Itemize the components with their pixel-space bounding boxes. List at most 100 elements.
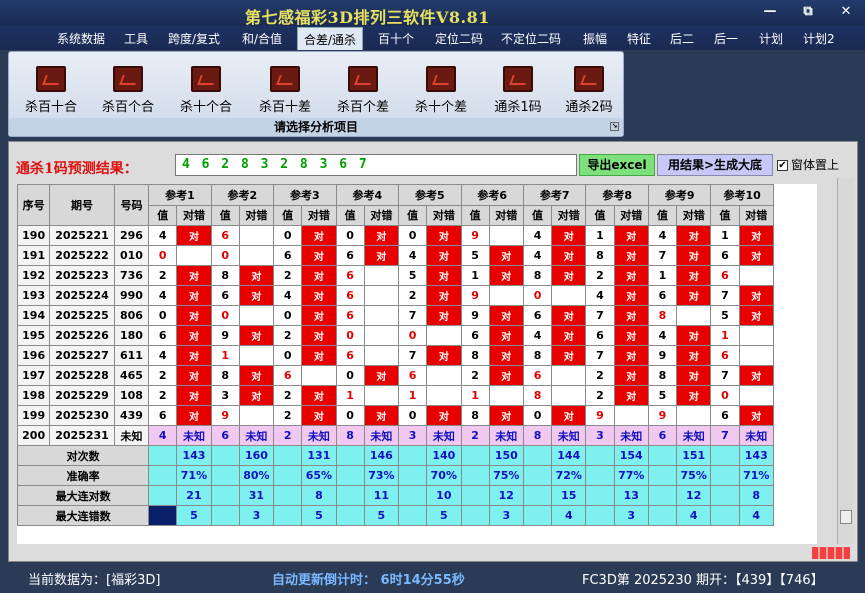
table-row[interactable]: 191 2025222 010 0 0 6 对 6 对 4 对 5 对 4 对 8 对 7 对 6 对 — [17, 245, 774, 266]
ribbon-caption-text: 请选择分析项目 — [273, 120, 358, 134]
ribbon-button-5[interactable]: 杀十个差 — [406, 66, 476, 115]
ref-result — [238, 345, 275, 366]
table-row[interactable]: 193 2025224 990 4 对 6 对 4 对 6 2 对 9 0 4 对 6 对 7 对 — [17, 285, 774, 306]
ribbon-button-1[interactable]: 杀百个合 — [93, 66, 163, 115]
ribbon-button-label: 杀百个合 — [101, 100, 154, 115]
ref-result: 对 — [738, 285, 774, 306]
table-row[interactable]: 197 2025228 465 2 对 8 对 6 0 对 6 2 对 6 2 对 8 对 7 对 — [17, 365, 774, 386]
row-number: 未知 — [113, 425, 150, 446]
ref-value: 1 — [585, 225, 615, 246]
table-row-pending[interactable]: 200 2025231 未知 4 未知 6 未知 2 未知 8 未知 3 未知 2 未知 8 未知 3 未知 6 未知 7… — [17, 425, 774, 446]
menu-item-1[interactable]: 工具 — [124, 30, 148, 47]
prediction-value[interactable]: 4 6 2 8 3 2 8 3 6 7 — [175, 154, 577, 176]
chart-icon — [270, 66, 300, 92]
table-row[interactable]: 198 2025229 108 2 对 3 对 2 对 1 1 1 8 2 对 5 对 0 — [17, 385, 774, 406]
stat-spacer — [585, 445, 615, 466]
menu-item-0[interactable]: 系统数据 — [57, 30, 105, 47]
ref-value: 1 — [460, 385, 490, 406]
ref-result-pending: 未知 — [676, 425, 712, 446]
ref-result: 对 — [238, 385, 275, 406]
row-period: 2025224 — [49, 285, 115, 306]
ref-result: 对 — [488, 325, 524, 346]
menu-item-11[interactable]: 后一 — [714, 30, 738, 47]
export-excel-button[interactable]: 导出excel — [579, 154, 655, 176]
menu-item-5[interactable]: 百十个 — [378, 30, 414, 47]
ref-result — [738, 325, 774, 346]
ref-value: 0 — [398, 325, 428, 346]
ref-result: 对 — [238, 325, 275, 346]
ref-result: 对 — [613, 345, 649, 366]
stat-spacer — [398, 465, 428, 486]
stat-spacer — [710, 485, 740, 506]
ref-result: 对 — [176, 325, 212, 346]
table-row[interactable]: 195 2025226 180 6 对 9 对 2 对 0 0 6 对 4 对 6 对 4 对 1 — [17, 325, 774, 346]
ribbon-button-3[interactable]: 杀百十差 — [250, 66, 320, 115]
ref-value: 8 — [647, 305, 678, 326]
menu-item-9[interactable]: 特征 — [627, 30, 651, 47]
header-ref-7: 参考7 — [522, 184, 587, 206]
ribbon-button-2[interactable]: 杀十个合 — [171, 66, 241, 115]
stat-value: 21 — [176, 485, 212, 506]
restore-icon[interactable]: ⧉ — [796, 4, 820, 19]
ref-value: 9 — [585, 405, 615, 426]
row-period: 2025223 — [49, 265, 115, 286]
menu-item-7[interactable]: 不定位二码 — [501, 30, 561, 47]
ribbon-button-0[interactable]: 杀百十合 — [16, 66, 86, 115]
ref-result: 对 — [676, 245, 712, 266]
scroll-thumb[interactable] — [840, 510, 852, 524]
ref-value-pending: 8 — [522, 425, 553, 446]
ribbon-panel: 杀百十合 杀百个合 杀十个合 杀百十差 杀百个差 杀十个差 通杀1码 通杀2码 请选择分析项目… — [8, 51, 624, 137]
stat-label: 最大连对数 — [17, 485, 150, 506]
table-row[interactable]: 199 2025230 439 6 对 9 2 对 0 对 0 对 8 对 0 对 9 9 6 对 — [17, 405, 774, 426]
stat-spacer — [210, 465, 240, 486]
checkbox-check-icon[interactable]: ✔ — [777, 160, 788, 171]
stat-spacer — [398, 505, 428, 526]
vertical-scrollbar[interactable] — [837, 178, 853, 544]
ref-result: 对 — [613, 285, 649, 306]
ribbon-button-4[interactable]: 杀百个差 — [328, 66, 398, 115]
ref-result: 对 — [426, 345, 462, 366]
ref-result: 对 — [488, 305, 524, 326]
ref-value-pending: 7 — [710, 425, 740, 446]
stat-value: 71% — [176, 465, 212, 486]
row-period: 2025228 — [49, 365, 115, 386]
close-icon[interactable]: ✕ — [834, 4, 858, 19]
ribbon-button-6[interactable]: 通杀1码 — [483, 66, 553, 115]
topmost-checkbox[interactable]: ✔ 窗体置上 — [777, 156, 839, 173]
ref-result — [363, 345, 400, 366]
ribbon-button-7[interactable]: 通杀2码 — [554, 66, 624, 115]
countdown-status: 自动更新倒计时： 6时14分55秒 — [272, 573, 465, 588]
stat-value: 150 — [488, 445, 524, 466]
menu-item-3[interactable]: 和/合值 — [242, 30, 282, 47]
current-data-status: 当前数据为：[福彩3D] — [28, 573, 161, 588]
ref-result — [363, 285, 400, 306]
menu-item-10[interactable]: 后二 — [670, 30, 694, 47]
generate-base-button[interactable]: 用结果>生成大底 — [657, 154, 773, 176]
stat-spacer — [335, 505, 365, 526]
menu-item-8[interactable]: 振幅 — [583, 30, 607, 47]
ref-result — [613, 405, 649, 426]
table-row[interactable]: 196 2025227 611 4 对 1 0 对 6 7 对 8 对 8 对 7 对 9 对 6 — [17, 345, 774, 366]
menu-item-13[interactable]: 计划2 — [803, 30, 835, 47]
ref-value: 6 — [460, 325, 490, 346]
menu-item-12[interactable]: 计划 — [759, 30, 783, 47]
menu-item-4[interactable]: 合差/通杀 — [297, 27, 364, 50]
minimize-icon[interactable]: — — [758, 4, 782, 19]
menu-item-2[interactable]: 跨度/复式 — [168, 30, 220, 47]
ref-value: 0 — [273, 345, 303, 366]
ref-result: 对 — [676, 325, 712, 346]
ref-value: 6 — [335, 285, 365, 306]
stat-value: 143 — [738, 445, 774, 466]
stat-spacer — [522, 445, 553, 466]
ref-value: 7 — [398, 345, 428, 366]
table-row[interactable]: 194 2025225 806 0 对 0 0 对 6 7 对 9 对 6 对 7 对 8 5 对 — [17, 305, 774, 326]
table-row[interactable]: 190 2025221 296 4 对 6 0 对 0 对 0 对 9 4 对 1 对 4 对 1 对 — [17, 225, 774, 246]
stat-spacer — [210, 445, 240, 466]
ref-value: 4 — [522, 225, 553, 246]
prediction-label: 通杀1码预测结果： — [16, 161, 138, 177]
stat-value: 65% — [301, 465, 337, 486]
menu-item-6[interactable]: 定位二码 — [435, 30, 483, 47]
expand-corner-icon[interactable]: ↘ — [610, 122, 619, 131]
ref-value: 8 — [585, 245, 615, 266]
table-row[interactable]: 192 2025223 736 2 对 8 对 2 对 6 5 对 1 对 8 对 2 对 1 对 6 — [17, 265, 774, 286]
